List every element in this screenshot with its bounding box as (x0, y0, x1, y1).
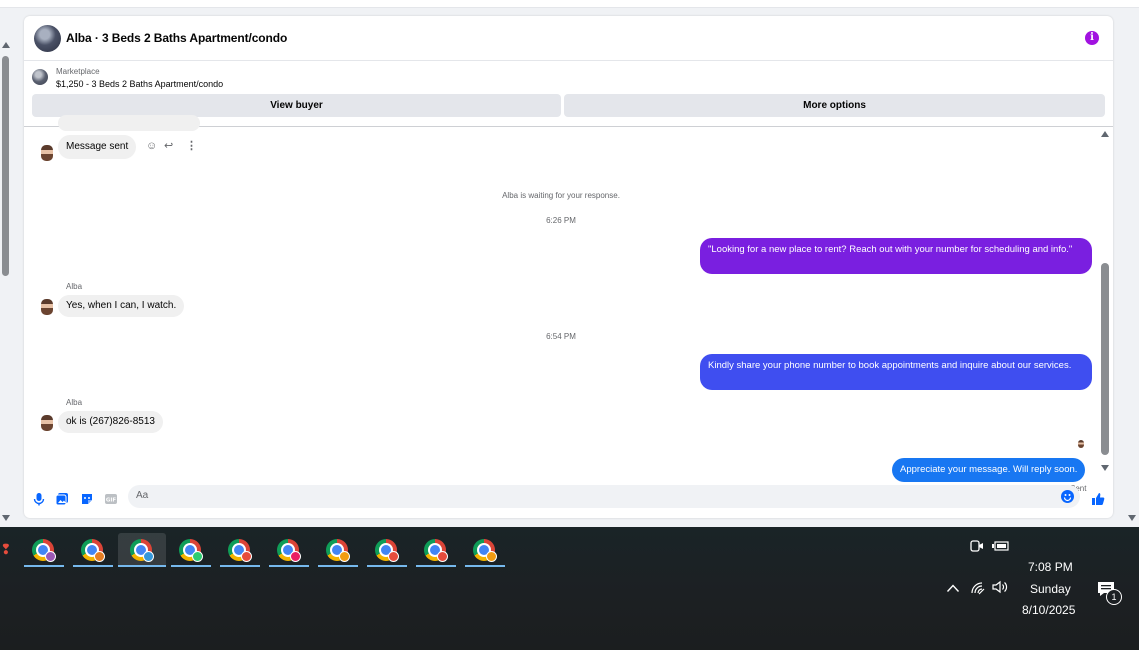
gif-icon[interactable]: GIF (104, 492, 118, 506)
scroll-down-icon[interactable] (2, 515, 10, 521)
notification-count: 1 (1106, 589, 1122, 605)
profile-badge-icon (339, 551, 350, 562)
profile-badge-icon (437, 551, 448, 562)
clock-date[interactable]: 8/10/2025 (1022, 603, 1075, 617)
partial-app-icon[interactable]: ❢ (0, 541, 12, 558)
avatar[interactable] (34, 25, 61, 52)
taskbar-chrome-10[interactable] (465, 533, 505, 567)
taskbar: ❢ 7:08 PM Sunday 8/10/2025 1 (0, 527, 1139, 650)
profile-badge-icon (192, 551, 203, 562)
input-placeholder: Aa (136, 490, 149, 501)
sender-name: Alba (66, 398, 83, 407)
like-icon[interactable] (1091, 492, 1105, 506)
timestamp: 6:54 PM (546, 332, 576, 341)
volume-icon[interactable] (992, 580, 1010, 597)
profile-badge-icon (290, 551, 301, 562)
svg-text:GIF: GIF (106, 498, 117, 504)
sender-avatar (41, 299, 53, 315)
chat-scroll-up-icon[interactable] (1101, 131, 1109, 137)
marketplace-label: Marketplace (56, 67, 100, 76)
more-options-button[interactable]: More options (564, 94, 1105, 117)
meet-now-icon[interactable] (970, 539, 984, 556)
chat-panel: Alba · 3 Beds 2 Baths Apartment/condo i … (24, 16, 1113, 518)
view-buyer-button[interactable]: View buyer (32, 94, 561, 117)
scroll-up-icon[interactable] (2, 42, 10, 48)
emoji-icon[interactable] (1061, 490, 1074, 503)
message-bubble-outgoing[interactable]: Kindly share your phone number to book a… (700, 354, 1092, 390)
sender-avatar (41, 415, 53, 431)
message-bubble-outgoing[interactable]: Appreciate your message. Will reply soon… (892, 458, 1086, 482)
message-bubble[interactable]: Message sent (58, 135, 137, 159)
clock-day[interactable]: Sunday (1030, 582, 1071, 596)
taskbar-chrome-1[interactable] (24, 533, 64, 567)
react-icon[interactable]: ☺ (146, 140, 157, 152)
sender-avatar (41, 145, 53, 161)
taskbar-chrome-8[interactable] (367, 533, 407, 567)
sticker-icon[interactable] (80, 492, 94, 506)
chat-header: Alba · 3 Beds 2 Baths Apartment/condo i (24, 16, 1113, 61)
network-icon[interactable] (970, 581, 986, 598)
timestamp: 6:26 PM (546, 216, 576, 225)
profile-badge-icon (388, 551, 399, 562)
chat-scrollbar[interactable] (1098, 127, 1112, 479)
microphone-icon[interactable] (32, 492, 46, 506)
message-bubble-outgoing[interactable]: "Looking for a new place to rent? Reach … (700, 238, 1092, 274)
photo-icon[interactable] (55, 492, 69, 506)
taskbar-chrome-6[interactable] (269, 533, 309, 567)
message-list: Message sent ☺ ↩ ⋮ Alba is waiting for y… (24, 115, 1113, 493)
message-bubble[interactable]: ok is (267)826-8513 (58, 411, 163, 433)
chat-scroll-down-icon[interactable] (1101, 465, 1109, 471)
listing-avatar (32, 69, 48, 85)
cut-off-message (58, 115, 200, 131)
top-strip (0, 0, 1139, 8)
taskbar-chrome-2[interactable] (73, 533, 113, 567)
profile-badge-icon (94, 551, 105, 562)
listing-title[interactable]: $1,250 - 3 Beds 2 Baths Apartment/condo (56, 79, 223, 89)
chat-scroll-thumb[interactable] (1101, 263, 1109, 455)
reply-icon[interactable]: ↩ (164, 139, 173, 152)
info-icon[interactable]: i (1085, 31, 1099, 45)
message-input[interactable]: Aa (128, 485, 1080, 508)
profile-badge-icon (45, 551, 56, 562)
more-icon[interactable]: ⋮ (186, 139, 197, 152)
notifications-icon[interactable]: 1 (1097, 581, 1122, 605)
taskbar-chrome-3[interactable] (118, 533, 166, 567)
composer: GIF Aa (24, 482, 1113, 518)
chevron-up-icon[interactable] (946, 581, 960, 596)
profile-badge-icon (143, 551, 154, 562)
taskbar-chrome-7[interactable] (318, 533, 358, 567)
seen-avatar (1078, 440, 1084, 448)
clock-time[interactable]: 7:08 PM (1028, 560, 1073, 574)
conversation-title[interactable]: Alba · 3 Beds 2 Baths Apartment/condo (66, 31, 287, 45)
page-scrollbar[interactable] (0, 40, 12, 525)
sender-name: Alba (66, 282, 83, 291)
taskbar-chrome-9[interactable] (416, 533, 456, 567)
page-scroll-thumb[interactable] (2, 56, 9, 276)
battery-icon[interactable] (992, 540, 1010, 555)
message-bubble[interactable]: Yes, when I can, I watch. (58, 295, 185, 317)
profile-badge-icon (241, 551, 252, 562)
page-scroll-right-down-icon[interactable] (1128, 515, 1136, 521)
taskbar-chrome-5[interactable] (220, 533, 260, 567)
profile-badge-icon (486, 551, 497, 562)
taskbar-chrome-4[interactable] (171, 533, 211, 567)
waiting-note: Alba is waiting for your response. (502, 191, 620, 200)
